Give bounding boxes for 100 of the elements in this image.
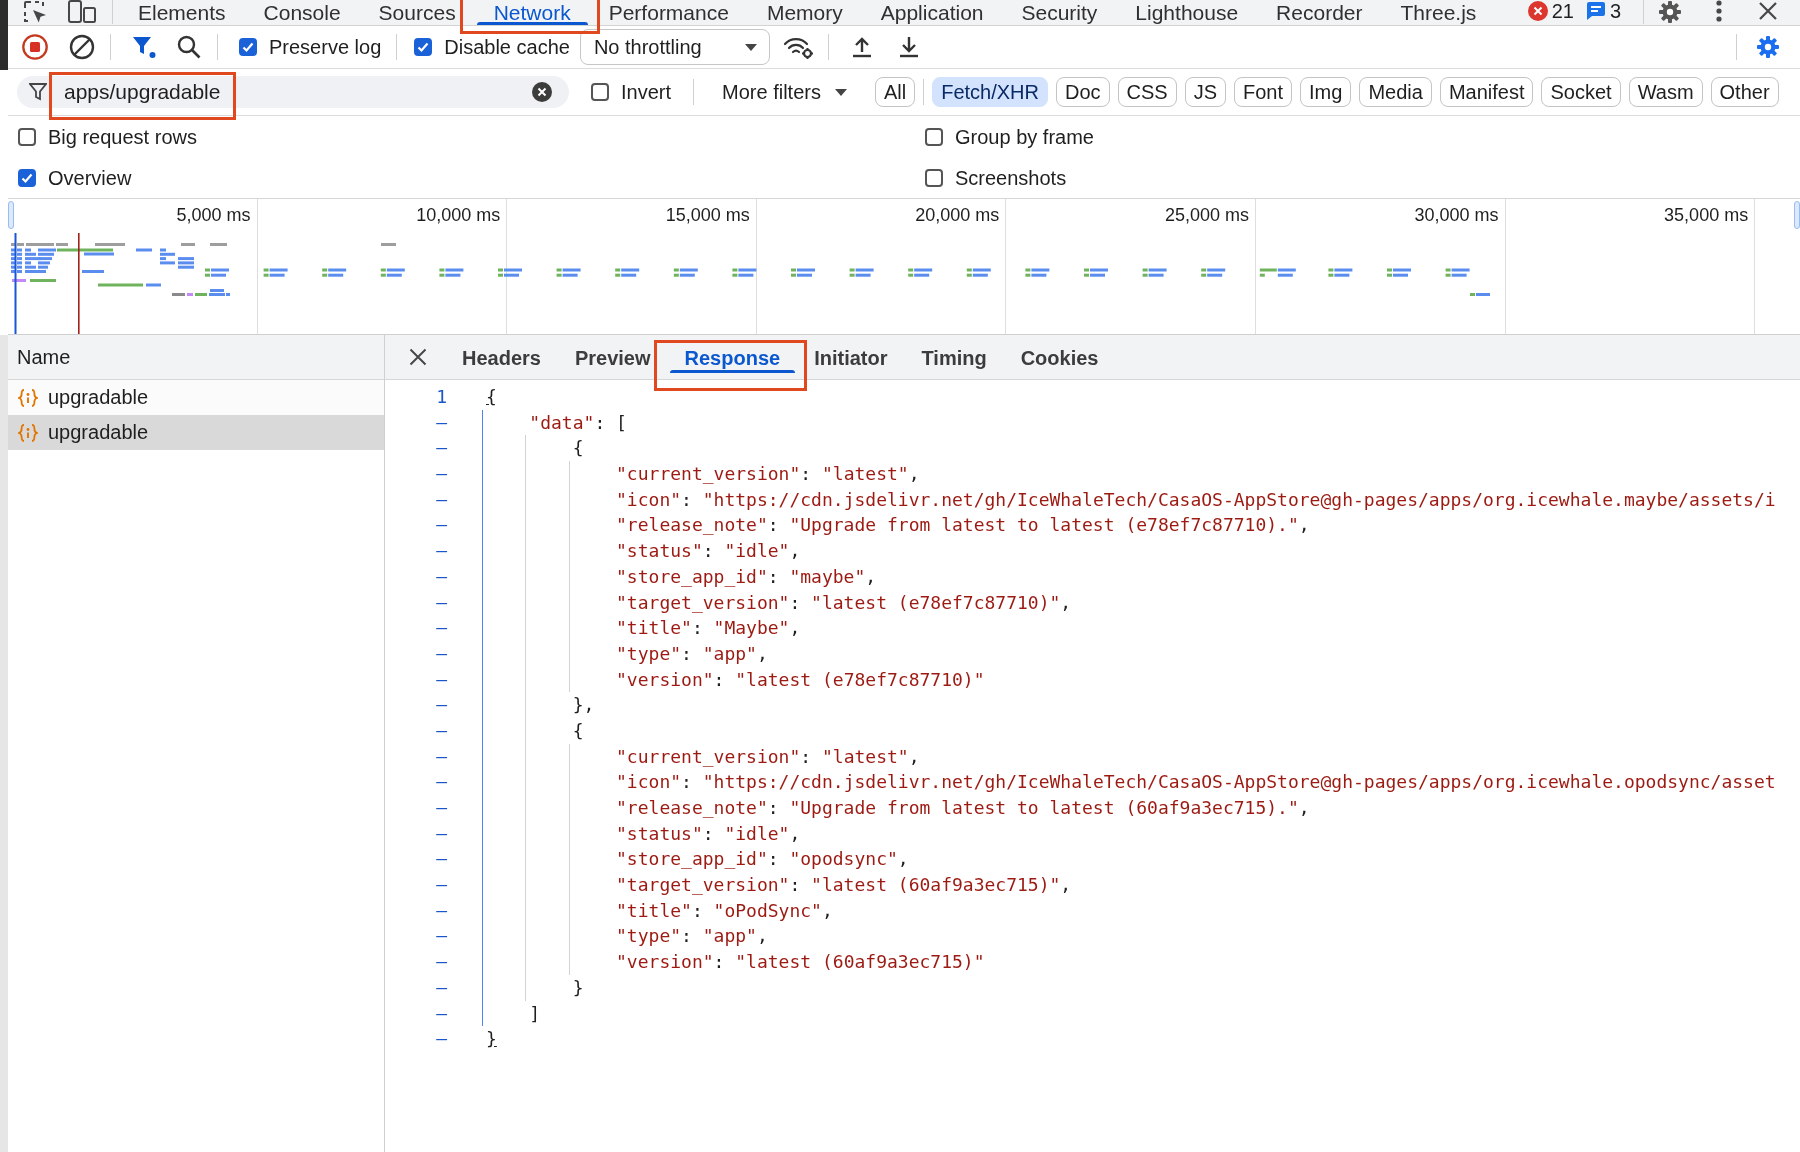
line-number: – <box>436 411 447 433</box>
filter-chip[interactable]: All <box>874 77 916 107</box>
code-line: "status": "idle", <box>616 821 801 846</box>
tab[interactable]: Memory <box>747 0 862 25</box>
tab[interactable]: Timing <box>904 335 1004 373</box>
tab[interactable]: Elements <box>119 0 245 25</box>
range-handle[interactable] <box>1794 201 1800 229</box>
code-line: { <box>486 385 497 409</box>
tab[interactable]: Cookies <box>1003 335 1116 373</box>
line-number: – <box>436 642 447 664</box>
checkbox-label[interactable]: Preserve log <box>269 36 382 58</box>
tab[interactable]: Security <box>1002 0 1117 25</box>
filter-chip[interactable]: Other <box>1710 77 1779 107</box>
braces-icon <box>18 423 38 442</box>
tab[interactable]: Lighthouse <box>1116 0 1258 25</box>
clear-icon[interactable] <box>532 82 552 102</box>
tab[interactable]: Performance <box>589 0 748 25</box>
line-number: – <box>436 514 447 536</box>
code-line: "release_note": "Upgrade from latest to latest (e78ef7c87710).", <box>616 513 1310 538</box>
filter-chip[interactable]: Fetch/XHR <box>932 77 1048 107</box>
filter-chip[interactable]: Doc <box>1056 77 1110 107</box>
filter-input[interactable]: apps/upgradable <box>49 72 236 120</box>
more-filters-button[interactable]: More filters <box>722 77 847 107</box>
filter-icon[interactable] <box>132 35 156 59</box>
checkbox[interactable] <box>239 38 257 56</box>
close-icon[interactable] <box>1758 1 1778 21</box>
code-line: "icon": "https://cdn.jsdelivr.net/gh/IceWhaleTech/CasaOS-AppStore@gh-pages/apps/org.icewhale.maybe/assets/i <box>616 487 1776 512</box>
checkbox[interactable] <box>18 127 36 146</box>
checkbox[interactable] <box>591 83 609 101</box>
tab[interactable]: Headers <box>445 335 558 373</box>
line-number: – <box>436 1028 447 1050</box>
checkbox-label[interactable]: Big request rows <box>48 125 197 148</box>
code-line: "target_version": "latest (e78ef7c87710)", <box>616 590 1072 615</box>
request-row[interactable]: upgradable <box>8 415 384 450</box>
error-count[interactable]: 21 <box>1527 0 1574 22</box>
code-line: "store_app_id": "opodsync", <box>616 847 909 872</box>
message-count[interactable]: 3 <box>1585 0 1621 22</box>
filter-chip[interactable]: JS <box>1184 77 1227 107</box>
checkbox-label[interactable]: Overview <box>48 166 132 189</box>
tab[interactable]: Console <box>244 0 360 25</box>
line-number: – <box>436 437 447 459</box>
clear-icon[interactable] <box>69 34 95 60</box>
checkbox-label[interactable]: Screenshots <box>955 166 1067 189</box>
tab[interactable]: Preview <box>557 335 668 373</box>
device-icon[interactable] <box>68 0 96 23</box>
code-line: "version": "latest (e78ef7c87710)" <box>616 667 985 692</box>
checkbox[interactable] <box>925 168 943 187</box>
code-line: "version": "latest (60af9a3ec715)" <box>616 950 985 975</box>
line-number: – <box>436 488 447 510</box>
tab[interactable]: Application <box>861 0 1003 25</box>
code-line: { <box>572 718 584 743</box>
line-number: – <box>436 874 447 896</box>
filter-chip[interactable]: CSS <box>1117 77 1177 107</box>
checkbox-label[interactable]: Disable cache <box>444 36 570 58</box>
request-row[interactable]: upgradable <box>8 380 384 415</box>
inspect-icon[interactable] <box>23 0 47 24</box>
caret-icon <box>744 43 757 51</box>
throttling-select[interactable]: No throttling <box>579 29 770 65</box>
filter-chip[interactable]: Font <box>1234 77 1293 107</box>
code-line: } <box>486 1027 497 1052</box>
record-stop-icon[interactable] <box>22 34 48 60</box>
filter-chip[interactable]: Manifest <box>1439 77 1534 107</box>
checkbox[interactable] <box>18 168 36 187</box>
line-number: – <box>436 694 447 716</box>
filter-chip[interactable]: Wasm <box>1628 77 1703 107</box>
line-number: – <box>436 591 447 613</box>
code-line: "target_version": "latest (60af9a3ec715)", <box>616 873 1072 898</box>
line-number: – <box>436 899 447 921</box>
column-header[interactable]: Name <box>17 345 71 369</box>
filter-icon <box>29 83 47 101</box>
line-number: – <box>436 976 447 998</box>
menu-icon[interactable] <box>1716 0 1722 22</box>
time-tick-label: 5,000 ms <box>176 204 251 226</box>
close-icon[interactable] <box>409 348 427 366</box>
filter-chip[interactable]: Img <box>1300 77 1352 107</box>
tab[interactable]: Initiator <box>797 335 905 373</box>
checkbox-label[interactable]: Invert <box>621 81 672 103</box>
tab[interactable]: Network <box>474 0 590 25</box>
search-icon[interactable] <box>177 35 201 59</box>
time-tick-label: 20,000 ms <box>915 204 1000 226</box>
line-number: – <box>436 1002 447 1024</box>
tab[interactable]: Three.js <box>1381 0 1496 25</box>
checkbox-label[interactable]: Group by frame <box>955 125 1094 148</box>
checkbox[interactable] <box>414 38 433 56</box>
time-tick-label: 35,000 ms <box>1664 204 1749 226</box>
range-handle[interactable] <box>8 201 14 229</box>
checkbox[interactable] <box>925 127 943 146</box>
tab[interactable]: Response <box>667 343 798 373</box>
error-icon <box>1527 1 1548 21</box>
filter-chip[interactable]: Socket <box>1541 77 1621 107</box>
time-tick-label: 15,000 ms <box>665 204 750 226</box>
code-line: "type": "app", <box>616 641 768 666</box>
filter-chip[interactable]: Media <box>1359 77 1432 107</box>
tab[interactable]: Recorder <box>1257 0 1382 25</box>
time-tick-label: 10,000 ms <box>416 204 501 226</box>
line-number: – <box>436 719 447 741</box>
wifi-gear-icon[interactable] <box>782 35 813 59</box>
tab[interactable]: Sources <box>359 0 475 25</box>
line-number: – <box>436 848 447 870</box>
line-number: – <box>436 540 447 562</box>
